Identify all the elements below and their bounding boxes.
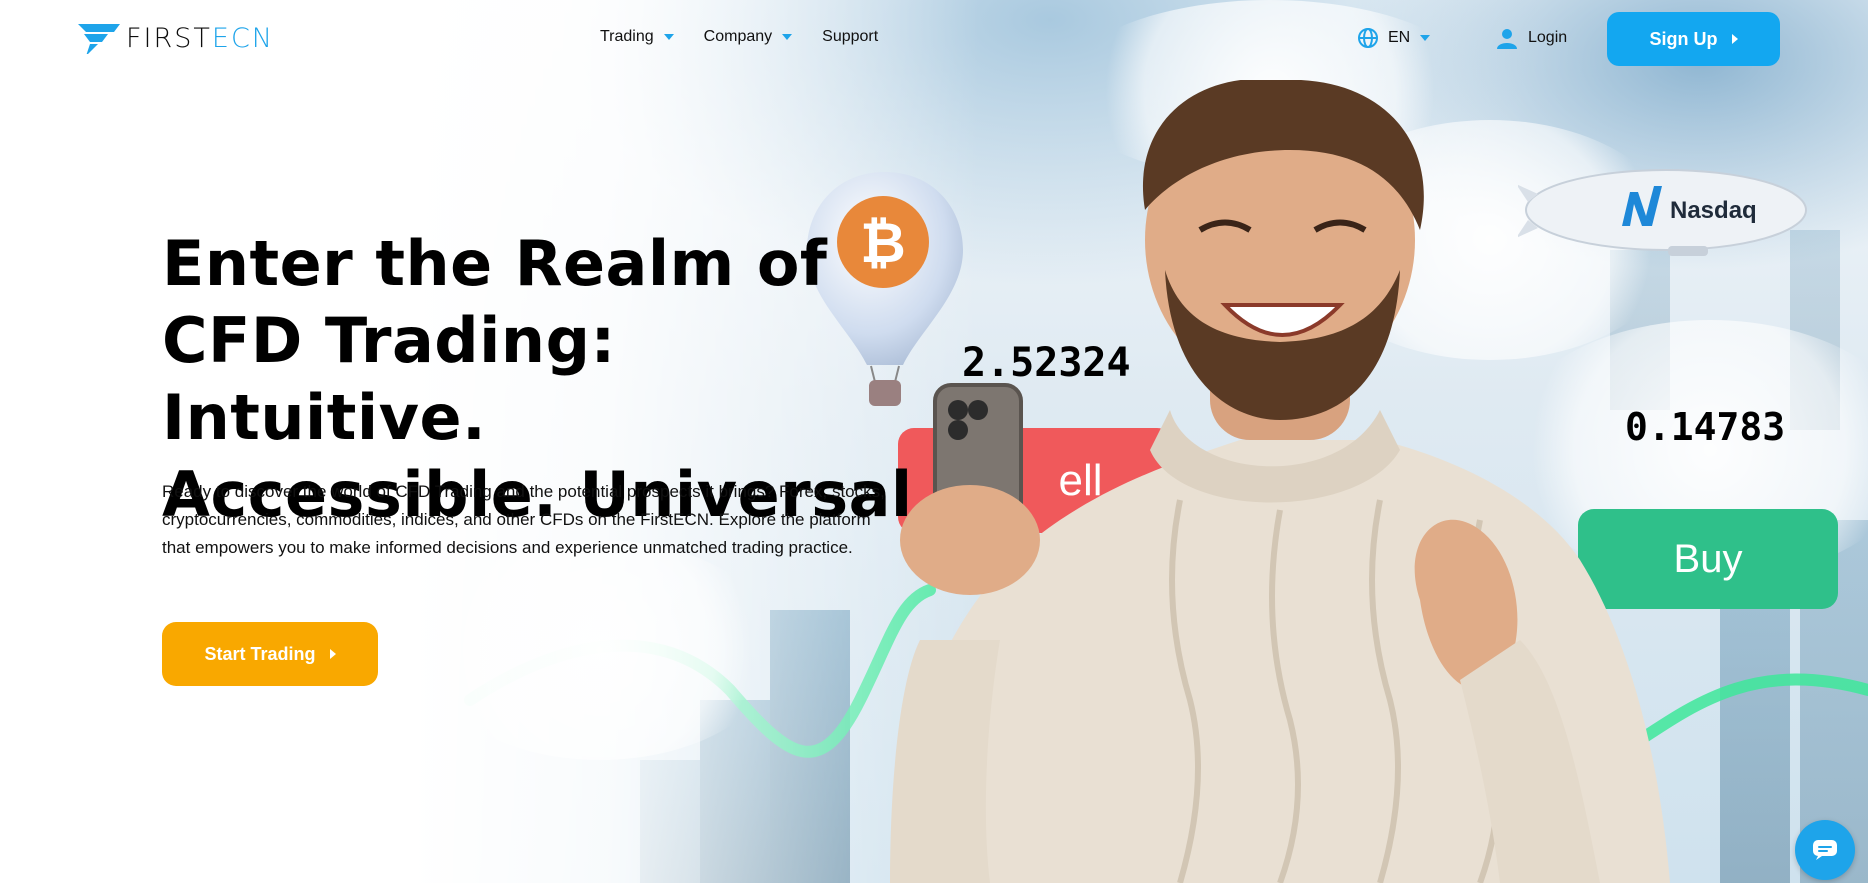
hero-title-line: CFD Trading: Intuitive. [162, 304, 616, 454]
nav-item-trading[interactable]: Trading [600, 28, 674, 46]
logo-text-ecn: ECN [211, 22, 274, 54]
chat-icon [1813, 840, 1837, 860]
chevron-down-icon [782, 34, 793, 40]
logo-mark-icon [78, 24, 120, 54]
chevron-right-icon [1731, 34, 1738, 44]
chevron-right-icon [329, 649, 336, 659]
chevron-down-icon [1420, 35, 1431, 41]
start-trading-button[interactable]: Start Trading [162, 622, 378, 686]
user-icon [1497, 29, 1517, 49]
blimp-label: Nasdaq [1670, 197, 1757, 224]
signup-button[interactable]: Sign Up [1607, 12, 1780, 66]
hero-description-line: that empowers you to make informed decis… [162, 538, 853, 557]
globe-icon [1358, 28, 1378, 48]
login-label: Login [1528, 29, 1568, 46]
smiling-man-image [890, 80, 1670, 883]
nav-item-company[interactable]: Company [703, 28, 793, 46]
main-nav: Trading Company Support [600, 28, 878, 46]
nav-item-support[interactable]: Support [822, 28, 878, 46]
hero-description: Ready to discover the world of CFD Tradi… [162, 478, 942, 562]
logo-text-first: FIRST [126, 22, 212, 54]
chat-button[interactable] [1795, 820, 1855, 880]
hero-description-line: Ready to discover the world of CFD Tradi… [162, 482, 885, 501]
hero-title-line: Enter the Realm of [162, 227, 828, 300]
logo-text: FIRSTECN [126, 23, 274, 54]
nav-item-label: Company [703, 28, 773, 45]
login-link[interactable]: Login [1496, 27, 1567, 49]
brand-logo[interactable]: FIRSTECN [78, 22, 274, 54]
cloud [420, 540, 780, 760]
nav-item-label: Support [822, 28, 879, 45]
nav-item-label: Trading [600, 28, 654, 45]
chevron-down-icon [663, 34, 674, 40]
hero-description-line: cryptocurrencies, commodities, indices, … [162, 510, 871, 529]
signup-label: Sign Up [1649, 28, 1718, 49]
language-label: EN [1388, 29, 1411, 46]
start-trading-label: Start Trading [204, 643, 316, 664]
language-selector[interactable]: EN [1358, 28, 1431, 48]
site-header: FIRSTECN Trading Company Support EN Logi… [0, 0, 1868, 78]
